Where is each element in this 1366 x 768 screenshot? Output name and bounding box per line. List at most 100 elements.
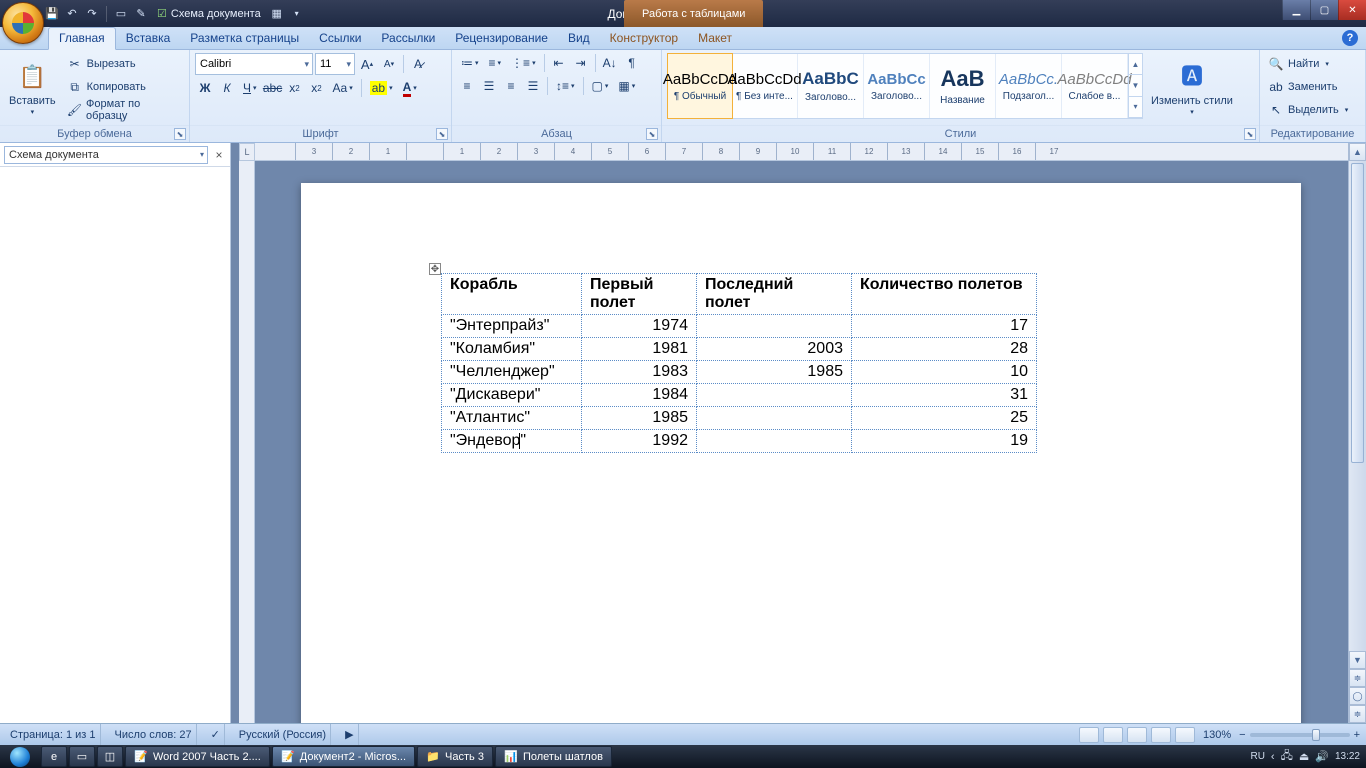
table-cell[interactable]: 2003 [697, 338, 852, 361]
view-print-layout-button[interactable] [1079, 727, 1099, 743]
scroll-up-button[interactable]: ▲ [1349, 143, 1366, 161]
change-case-button[interactable]: Aa▾ [329, 78, 357, 98]
table-cell[interactable]: 1974 [582, 315, 697, 338]
taskbar-item[interactable]: 📁Часть 3 [417, 746, 493, 767]
gallery-more-icon[interactable]: ▾ [1129, 97, 1142, 118]
table-cell[interactable]: 19 [852, 430, 1037, 453]
taskbar-item[interactable]: 📊Полеты шатлов [495, 746, 612, 767]
gallery-scroll[interactable]: ▲▼▾ [1128, 54, 1142, 118]
style-item[interactable]: AaBbCЗаголово... [798, 54, 864, 118]
styles-gallery[interactable]: AaBbCcDd¶ ОбычныйAaBbCcDd¶ Без инте...Aa… [667, 53, 1143, 119]
office-button[interactable] [2, 2, 44, 44]
launcher-icon[interactable]: ⬊ [646, 128, 658, 140]
font-name-combo[interactable]: Calibri [195, 53, 313, 75]
horizontal-ruler[interactable]: 3211234567891011121314151617 [255, 143, 1348, 161]
zoom-knob[interactable] [1312, 729, 1320, 741]
redo-icon[interactable]: ↷ [84, 6, 100, 22]
maximize-button[interactable]: ▢ [1310, 0, 1338, 20]
font-color-button[interactable]: A▾ [399, 78, 421, 98]
table-row[interactable]: "Челленджер"1983198510 [442, 361, 1037, 384]
next-page-button[interactable]: ≑ [1349, 705, 1366, 723]
tab-pagelayout[interactable]: Разметка страницы [180, 28, 309, 49]
view-draft-button[interactable] [1175, 727, 1195, 743]
view-web-button[interactable] [1127, 727, 1147, 743]
tab-review[interactable]: Рецензирование [445, 28, 558, 49]
table-row[interactable]: "Эндевор"199219 [442, 430, 1037, 453]
borders-button[interactable]: ▦▾ [614, 76, 639, 96]
table-cell[interactable]: 17 [852, 315, 1037, 338]
table-cell[interactable]: "Энтерпрайз" [442, 315, 582, 338]
gallery-down-icon[interactable]: ▼ [1129, 75, 1142, 96]
vertical-ruler[interactable] [239, 161, 255, 723]
new-icon[interactable]: ▭ [113, 6, 129, 22]
zoom-slider[interactable] [1250, 733, 1350, 737]
align-right-button[interactable]: ≡ [501, 76, 521, 96]
table-cell[interactable]: 1984 [582, 384, 697, 407]
tray-volume-icon[interactable]: 🔊 [1315, 750, 1329, 763]
justify-button[interactable]: ☰ [523, 76, 543, 96]
table-header-cell[interactable]: Количество полетов [852, 274, 1037, 315]
grow-font-button[interactable]: A▴ [357, 54, 377, 74]
tab-table-layout[interactable]: Макет [688, 28, 742, 49]
align-left-button[interactable]: ≡ [457, 76, 477, 96]
quickprint-icon[interactable]: ✎ [133, 6, 149, 22]
replace-button[interactable]: abЗаменить [1265, 76, 1351, 98]
quick-launch-desktop[interactable]: ▭ [69, 746, 95, 767]
sort-button[interactable]: A↓ [600, 53, 620, 73]
start-button[interactable] [0, 745, 40, 768]
increase-indent-button[interactable]: ⇥ [571, 53, 591, 73]
table-cell[interactable]: "Дискавери" [442, 384, 582, 407]
select-button[interactable]: ↖Выделить▾ [1265, 99, 1351, 121]
tab-insert[interactable]: Вставка [116, 28, 181, 49]
zoom-out-button[interactable]: − [1239, 729, 1245, 741]
superscript-button[interactable]: x2 [307, 78, 327, 98]
table-header-cell[interactable]: Первый полет [582, 274, 697, 315]
table-header-cell[interactable]: Корабль [442, 274, 582, 315]
document-table[interactable]: КорабльПервый полетПоследний полетКоличе… [441, 273, 1037, 453]
table-cell[interactable] [697, 407, 852, 430]
table-cell[interactable]: 1983 [582, 361, 697, 384]
table-cell[interactable]: "Эндевор" [442, 430, 582, 453]
font-size-combo[interactable]: 11 [315, 53, 355, 75]
bold-button[interactable]: Ж [195, 78, 215, 98]
scroll-down-button[interactable]: ▼ [1349, 651, 1366, 669]
undo-icon[interactable]: ↶ [64, 6, 80, 22]
style-item[interactable]: AaBbCcЗаголово... [864, 54, 930, 118]
tab-view[interactable]: Вид [558, 28, 600, 49]
status-proofing[interactable]: ✓ [207, 724, 225, 745]
table-row[interactable]: "Энтерпрайз"1974 17 [442, 315, 1037, 338]
table-cell[interactable]: 1985 [697, 361, 852, 384]
tray-network-icon[interactable]: 🖧 [1281, 747, 1293, 766]
table-cell[interactable]: 10 [852, 361, 1037, 384]
taskbar-item[interactable]: 📝Word 2007 Часть 2.... [125, 746, 270, 767]
close-icon[interactable]: × [212, 148, 226, 162]
format-painter-button[interactable]: 🖌Формат по образцу [64, 99, 184, 121]
table-cell[interactable]: "Челленджер" [442, 361, 582, 384]
gallery-up-icon[interactable]: ▲ [1129, 54, 1142, 75]
copy-button[interactable]: ⧉Копировать [64, 76, 184, 98]
subscript-button[interactable]: x2 [285, 78, 305, 98]
style-item[interactable]: AaBНазвание [930, 54, 996, 118]
table-header-row[interactable]: КорабльПервый полетПоследний полетКоличе… [442, 274, 1037, 315]
table-cell[interactable]: 31 [852, 384, 1037, 407]
ruler-toggle[interactable]: L [239, 143, 255, 161]
table-row[interactable]: "Дискавери"1984 31 [442, 384, 1037, 407]
status-words[interactable]: Число слов: 27 [111, 724, 197, 745]
table-cell[interactable] [697, 430, 852, 453]
line-spacing-button[interactable]: ↕≡▾ [552, 76, 579, 96]
prev-page-button[interactable]: ≑ [1349, 669, 1366, 687]
table-cell[interactable] [697, 384, 852, 407]
table-cell[interactable]: "Коламбия" [442, 338, 582, 361]
status-macro[interactable]: ▶ [341, 724, 358, 745]
vertical-scrollbar[interactable]: ▲ ▼ ≑ ◯ ≑ [1348, 143, 1366, 723]
style-item[interactable]: AaBbCcDd¶ Без инте... [732, 54, 798, 118]
table-cell[interactable]: 25 [852, 407, 1037, 430]
show-marks-button[interactable]: ¶ [622, 53, 642, 73]
highlight-button[interactable]: ab▾ [366, 78, 397, 98]
underline-button[interactable]: Ч▾ [239, 78, 261, 98]
view-outline-button[interactable] [1151, 727, 1171, 743]
cut-button[interactable]: ✂Вырезать [64, 53, 184, 75]
multilevel-button[interactable]: ⋮≡▾ [507, 53, 540, 73]
launcher-icon[interactable]: ⬊ [174, 128, 186, 140]
shading-button[interactable]: ▢▾ [588, 76, 613, 96]
